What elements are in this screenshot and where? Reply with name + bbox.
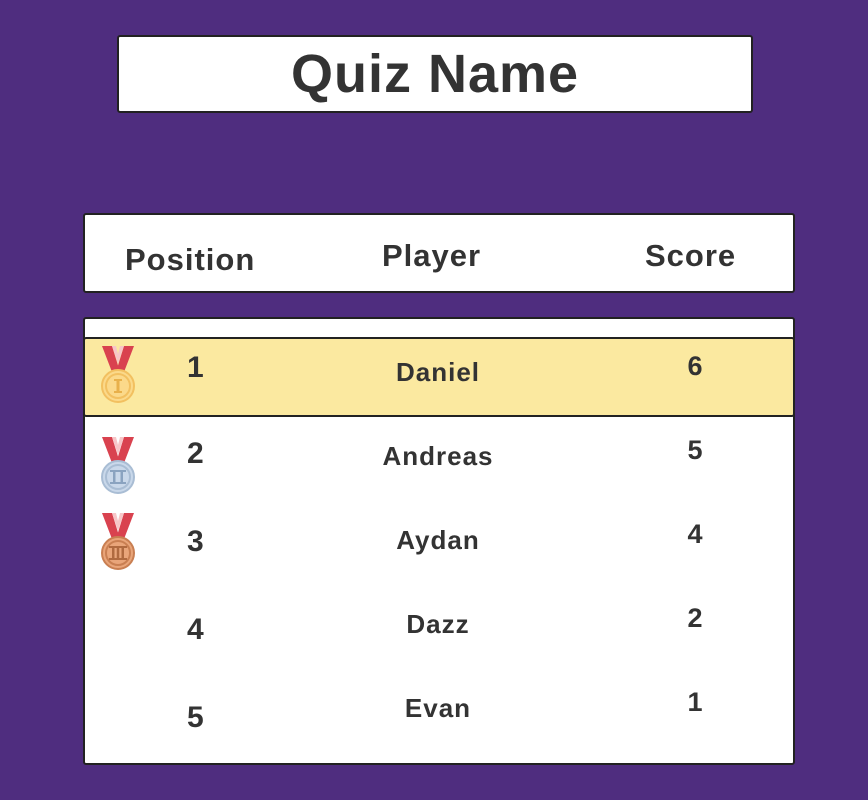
header-position: Position <box>125 242 256 277</box>
row-player: Dazz <box>406 609 470 639</box>
row-score: 6 <box>687 351 703 381</box>
row-player: Daniel <box>395 357 481 387</box>
row-position: 3 <box>187 525 204 558</box>
leaderboard-row-3: 3 Aydan 4 <box>85 505 793 589</box>
row-player: Andreas <box>382 441 494 471</box>
header-player: Player <box>382 238 482 273</box>
row-score: 4 <box>687 519 703 549</box>
leaderboard-row-4: 4 Dazz 2 <box>85 589 793 673</box>
row-position: 1 <box>187 351 204 384</box>
gold-medal-icon <box>101 346 135 403</box>
leaderboard-header: Position Player Score <box>83 213 795 293</box>
quiz-title-banner: Quiz Name <box>117 35 753 113</box>
row-position: 5 <box>187 701 204 734</box>
header-score: Score <box>645 238 737 273</box>
row-score: 5 <box>687 435 703 465</box>
row-score: 2 <box>687 603 703 633</box>
row-player: Evan <box>404 693 472 723</box>
row-score: 1 <box>687 687 703 717</box>
bronze-medal-icon <box>101 513 135 570</box>
row-player: Aydan <box>396 525 480 555</box>
row-position: 4 <box>187 613 204 646</box>
silver-medal-icon <box>101 437 135 494</box>
leaderboard-row-2: 2 Andreas 5 <box>85 421 793 505</box>
quiz-title: Quiz Name <box>290 44 580 104</box>
leaderboard-row-1: 1 Daniel 6 <box>83 337 795 417</box>
leaderboard-list: 1 Daniel 6 2 Andreas 5 3 Aydan 4 4 Dazz … <box>83 317 795 765</box>
row-position: 2 <box>187 437 204 470</box>
leaderboard-row-5: 5 Evan 1 <box>85 673 793 757</box>
